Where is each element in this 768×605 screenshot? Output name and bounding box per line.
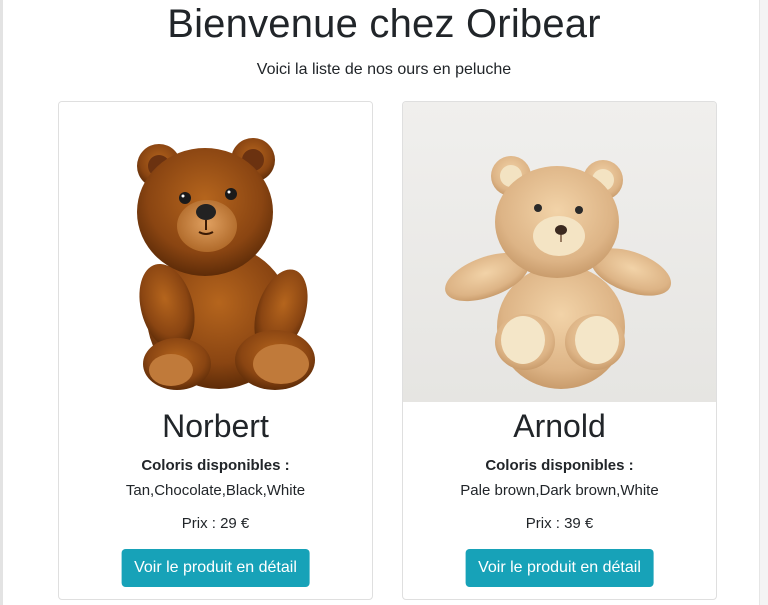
product-name: Arnold	[513, 408, 606, 444]
page-subtitle: Voici la liste de nos ours en peluche	[256, 61, 512, 78]
colors-list: Pale brown,Dark brown,White	[460, 482, 659, 499]
brown-teddy-bear-icon	[59, 102, 372, 402]
product-card-norbert: Norbert Coloris disponibles : Tan,Chocol…	[58, 101, 373, 600]
product-price: Prix : 29 €	[181, 515, 250, 532]
beige-teddy-bear-icon	[403, 102, 716, 402]
product-card-arnold: Arnold Coloris disponibles : Pale brown,…	[402, 101, 717, 600]
colors-label: Coloris disponibles :	[141, 457, 290, 474]
product-name: Norbert	[162, 408, 269, 444]
product-price: Prix : 39 €	[525, 515, 594, 532]
colors-label: Coloris disponibles :	[485, 457, 634, 474]
scrollbar[interactable]	[759, 0, 768, 605]
product-list-page: Bienvenue chez Oribear Voici la liste de…	[0, 0, 768, 605]
view-product-button[interactable]: Voir le produit en détail	[121, 549, 310, 587]
page-title: Bienvenue chez Oribear	[167, 2, 601, 46]
colors-list: Tan,Chocolate,Black,White	[125, 482, 306, 499]
window-edge	[0, 0, 3, 605]
product-image[interactable]	[59, 102, 372, 402]
product-image[interactable]	[403, 102, 716, 402]
view-product-button[interactable]: Voir le produit en détail	[465, 549, 654, 587]
